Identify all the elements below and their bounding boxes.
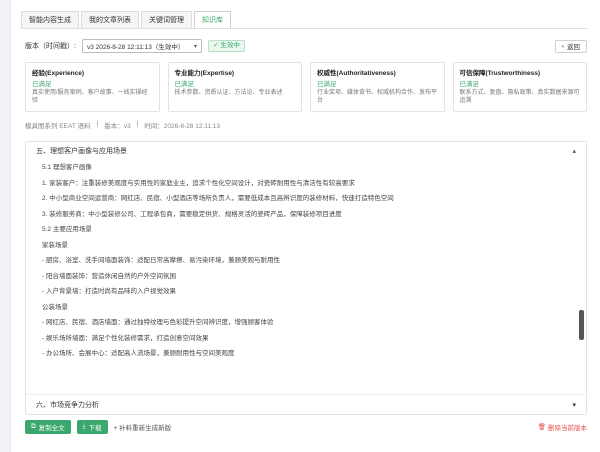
version-select[interactable]: v3 2026-8-28 12:11:13（生效中） ▾	[81, 39, 202, 53]
content-line: 公装场景	[42, 303, 68, 311]
content-line: - 入户背景墙：打造时尚有品味的入户视觉效果	[42, 288, 176, 295]
card-desc: 真实使用/服务案例、客户故事、一线实操经验	[32, 90, 148, 104]
content-line: - 娱乐场所墙面：满足个性化装修需求，打造创意空间效果	[42, 334, 209, 342]
content-line: - 办公场所、会展中心：适配高人流场景，兼顾耐用性与空间美观度	[42, 350, 235, 357]
back-button[interactable]: ‹ 返回	[554, 39, 587, 53]
left-strip	[0, 0, 10, 452]
chevron-down-icon: ▾	[193, 43, 197, 50]
card-experience: 经验(Experience) 已满足 真实使用/服务案例、客户故事、一线实操经验	[25, 62, 160, 112]
section-header[interactable]: 五、理想客户画像与应用场景 ▴	[26, 142, 586, 160]
copy-all-button[interactable]: ⧉ 复制全文	[25, 420, 71, 434]
meta-separator: |	[96, 120, 99, 127]
content-panel: 五、理想客户画像与应用场景 ▴ 5.1 理想客户画像 1. 家装客户：注重装修美…	[25, 141, 587, 415]
section-body: 5.1 理想客户画像 1. 家装客户：注重装修美观度与实用性的家庭业主，追求个性…	[26, 160, 586, 362]
delete-version-button[interactable]: 🗑 删除当前版本	[538, 422, 587, 432]
card-status: 已满足	[317, 81, 337, 88]
meta-version: 版本：v3	[104, 123, 131, 130]
card-status: 已满足	[32, 81, 52, 88]
content-line: - 网红店、民宿、酒店墙面：通过独特纹理与色彩提升空间辨识度，增强顾客体验	[42, 319, 274, 326]
main-panel: 智能内容生成 我的文章列表 关键词管理 知识库 版本（时间戳）: v3 2026…	[10, 0, 600, 452]
download-label: 下载	[88, 425, 102, 432]
meta-source: 模具图系列 EEAT 语料	[25, 123, 91, 130]
content-line: 5.1 理想客户画像	[42, 164, 92, 171]
chevron-left-icon: ‹	[561, 42, 564, 50]
content-line: - 厨房、浴室、洗手间墙面装饰：适配日常高摩擦、易污染环境，兼顾美观与耐用性	[42, 257, 280, 264]
meta-time: 时间：2026-8-28 12:11:13	[144, 123, 221, 130]
chevron-down-icon: ▾	[572, 401, 576, 409]
delete-version-label: 删除当前版本	[548, 425, 587, 432]
next-section-title: 六、市场竞争力分析	[36, 401, 99, 409]
card-authoritativeness: 权威性(Authoritativeness) 已满足 行业奖项、媒体背书、权威机…	[310, 62, 445, 112]
download-button[interactable]: ⤓ 下载	[76, 420, 108, 434]
regenerate-link[interactable]: + 补料重新生成新版	[114, 422, 172, 432]
version-select-value: v3 2026-8-28 12:11:13（生效中）	[86, 44, 185, 51]
back-button-label: 返回	[567, 44, 580, 51]
version-row: 版本（时间戳）: v3 2026-8-28 12:11:13（生效中） ▾ ✓ …	[25, 38, 587, 54]
card-title: 经验(Experience)	[32, 70, 85, 77]
card-status: 已满足	[174, 81, 195, 88]
content-line: 5.2 主要应用场景	[42, 226, 92, 233]
next-section-header[interactable]: 六、市场竞争力分析 ▾	[26, 394, 586, 414]
check-icon: ✓	[212, 42, 219, 49]
section-title: 五、理想客户画像与应用场景	[36, 148, 127, 155]
tab-article-list[interactable]: 我的文章列表	[81, 11, 139, 29]
content-line: 1. 家装客户：注重装修美观度与实用性的家庭业主，追求个性化空间设计，对瓷砖耐用…	[42, 179, 355, 187]
download-icon: ⤓	[82, 423, 86, 430]
status-badge-label: 生效中	[220, 42, 240, 49]
meta-row: 模具图系列 EEAT 语料 | 版本：v3 | 时间：2026-8-28 12:…	[25, 120, 220, 130]
chevron-up-icon: ▴	[572, 148, 576, 155]
tab-knowledge-base[interactable]: 知识库	[194, 11, 231, 29]
tab-bar: 智能内容生成 我的文章列表 关键词管理 知识库	[21, 11, 233, 29]
copy-icon: ⧉	[31, 423, 36, 430]
trash-icon: 🗑	[537, 424, 546, 431]
tab-divider	[21, 28, 587, 29]
card-desc: 联系方式、复盘、隐私政策、真实数据来源可追溯	[459, 90, 580, 104]
eeat-cards: 经验(Experience) 已满足 真实使用/服务案例、客户故事、一线实操经验…	[25, 62, 587, 112]
meta-separator: |	[136, 120, 139, 127]
card-trustworthiness: 可信保障(Trustworthiness) 已满足 联系方式、复盘、隐私政策、真…	[452, 62, 587, 112]
status-badge: ✓ 生效中	[207, 40, 245, 52]
card-title: 专业能力(Expertise)	[174, 70, 235, 77]
card-desc: 技术参数、资质认证、方法论、专业表述	[174, 90, 283, 96]
tab-keyword-management[interactable]: 关键词管理	[141, 11, 192, 29]
content-line: 2. 中小型商业空间运营商：网红店、民宿、小型酒店等场所负责人，需要低成本且高辨…	[42, 195, 394, 202]
content-line: - 阳台墙面装饰：营造休闲自然的户外空间氛围	[42, 272, 176, 280]
tab-content-generation[interactable]: 智能内容生成	[21, 11, 79, 29]
card-status: 已满足	[459, 81, 480, 88]
footer-actions: ⧉ 复制全文 ⤓ 下载 + 补料重新生成新版 🗑 删除当前版本	[25, 420, 587, 434]
scrollbar-thumb[interactable]	[579, 310, 584, 340]
card-expertise: 专业能力(Expertise) 已满足 技术参数、资质认证、方法论、专业表述	[167, 62, 302, 112]
card-title: 可信保障(Trustworthiness)	[459, 70, 541, 77]
content-line: 3. 装修服务商：中小型装修公司、工程承包商，需要稳定供货、规格灵活的瓷砖产品，…	[42, 210, 342, 218]
card-desc: 行业奖项、媒体背书、权威机构合作、发布平台	[317, 90, 438, 104]
card-title: 权威性(Authoritativeness)	[317, 70, 396, 77]
version-label: 版本（时间戳）:	[25, 43, 76, 50]
content-line: 家装场景	[42, 241, 68, 249]
copy-all-label: 复制全文	[38, 425, 65, 432]
